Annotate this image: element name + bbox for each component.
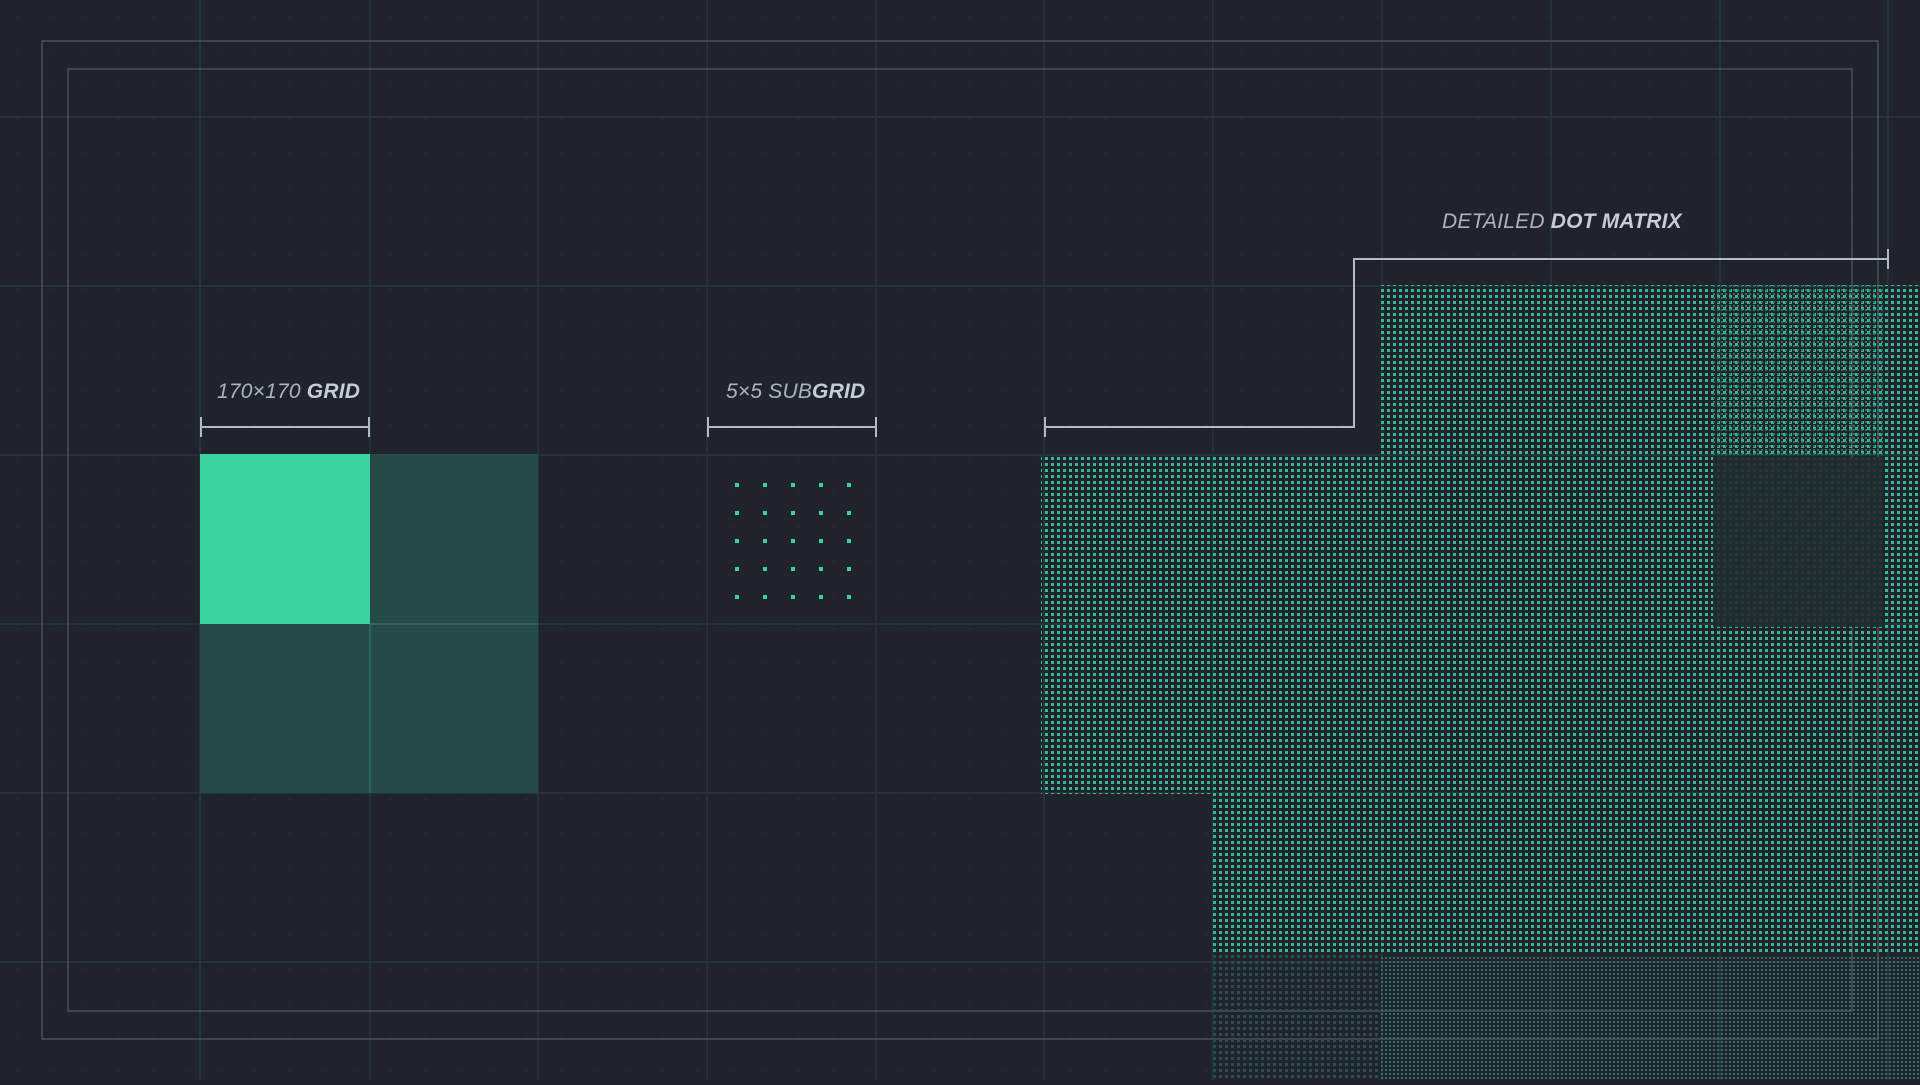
grid-label-bold: GRID	[306, 380, 361, 403]
subgrid-dot	[763, 595, 767, 599]
subgrid-dot	[847, 539, 851, 543]
subgrid-dot	[735, 595, 739, 599]
dot-matrix-block	[1883, 285, 1920, 955]
subgrid-dot	[791, 539, 795, 543]
dot-matrix-faded-strip	[1210, 955, 1380, 1080]
canvas: 170×170 GRID 5×5 SUBGRID DETAILED DOT MA…	[0, 0, 1920, 1080]
diagram-svg	[0, 0, 1920, 1080]
dot-matrix-dim-block	[1713, 285, 1883, 457]
matrix-label-prefix: DETAILED	[1442, 210, 1545, 233]
grid-tiles	[200, 454, 538, 793]
matrix-label: DETAILED DOT MATRIX	[1442, 210, 1682, 234]
subgrid-dot	[819, 567, 823, 571]
subgrid-dot	[763, 567, 767, 571]
subgrid-dot	[735, 483, 739, 487]
subgrid-dot	[735, 539, 739, 543]
subgrid-dot	[763, 511, 767, 515]
dot-matrix-faded-strip	[1380, 955, 1920, 1080]
tile-bright	[200, 454, 370, 624]
tile-dim	[370, 454, 538, 624]
subgrid-dot	[791, 511, 795, 515]
dot-matrix-block	[1041, 454, 1709, 794]
matrix-label-bold: DOT MATRIX	[1550, 210, 1682, 233]
subgrid-label: 5×5 SUBGRID	[726, 380, 865, 404]
subgrid-label-bold: GRID	[812, 380, 866, 403]
subgrid-label-prefix: 5×5 SUB	[726, 380, 813, 403]
subgrid-dot	[819, 483, 823, 487]
subgrid-dot	[819, 539, 823, 543]
subgrid-dot	[791, 483, 795, 487]
subgrid-dot	[847, 595, 851, 599]
subgrid-dot	[847, 483, 851, 487]
subgrid-dot	[819, 595, 823, 599]
dot-matrix-faint-block	[1713, 457, 1883, 627]
tile-dim	[200, 624, 370, 793]
subgrid-dot	[735, 567, 739, 571]
subgrid-dot	[847, 567, 851, 571]
subgrid-dot	[763, 483, 767, 487]
dot-matrix-block	[1210, 794, 1920, 955]
grid-label-prefix: 170×170	[217, 380, 301, 403]
tile-dim	[370, 624, 538, 793]
subgrid-dot	[819, 511, 823, 515]
grid-label: 170×170 GRID	[217, 380, 360, 404]
subgrid-dot	[735, 511, 739, 515]
dot-matrix-block	[1378, 285, 1714, 455]
subgrid-dot	[847, 511, 851, 515]
subgrid-dot	[791, 595, 795, 599]
subgrid-dot	[791, 567, 795, 571]
subgrid-dot	[763, 539, 767, 543]
